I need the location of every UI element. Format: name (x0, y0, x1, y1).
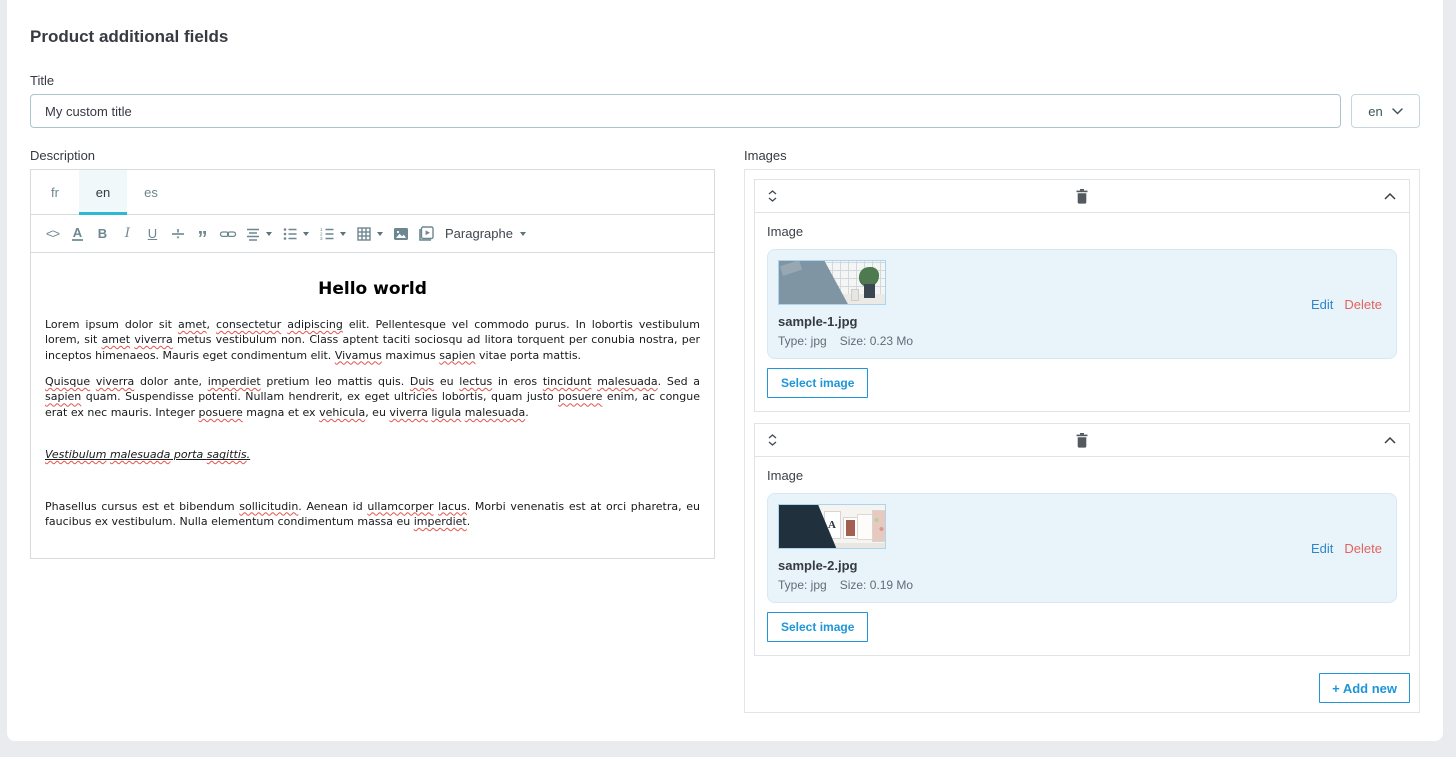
image-card-body: Image A sam (755, 457, 1409, 655)
dropdown-caret-icon[interactable] (340, 232, 346, 236)
image-card: Image A sample-1.jpg (754, 179, 1410, 412)
tab-fr[interactable]: fr (31, 170, 79, 214)
image-card-header (755, 424, 1409, 457)
delete-link[interactable]: Delete (1344, 297, 1382, 312)
editor-heading: Hello world (45, 278, 700, 302)
image-icon[interactable] (388, 221, 413, 247)
images-container: Image A sample-1.jpg (744, 169, 1420, 713)
title-label: Title (30, 73, 1420, 88)
move-vertical-icon[interactable] (768, 190, 777, 202)
image-card-header (755, 180, 1409, 213)
media-file-info: A sample-2.jpg Type: jpg Size: 0.19 Mo (778, 504, 913, 592)
media-file-info: A sample-1.jpg Type: jpg Size: 0.23 Mo (778, 260, 913, 348)
thumbnail-sample-2: A (778, 504, 886, 549)
editor-paragraph: Lorem ipsum dolor sit amet, consectetur … (45, 317, 700, 363)
language-selector[interactable]: en (1351, 94, 1420, 128)
font-color-icon[interactable]: A (65, 221, 90, 247)
images-field-group: Images (744, 148, 1420, 713)
edit-link[interactable]: Edit (1311, 297, 1333, 312)
image-card-body: Image A sample-1.jpg (755, 213, 1409, 411)
page-background: Product additional fields Title en D (0, 0, 1456, 757)
chevron-up-icon[interactable] (1384, 437, 1396, 444)
align-icon[interactable] (240, 221, 265, 247)
format-select-value: Paragraphe (445, 226, 513, 241)
editor-toolbar: <>ABIU ” 123 (40, 221, 438, 247)
media-file-panel: A sample-2.jpg Type: jpg Size: 0.19 Mo (767, 493, 1397, 603)
language-value: en (1368, 104, 1382, 119)
media-filename: sample-2.jpg (778, 558, 913, 573)
editor-paragraph: Quisque viverra dolor ante, imperdiet pr… (45, 374, 700, 420)
svg-text:3: 3 (320, 236, 323, 241)
page-title: Product additional fields (30, 27, 1420, 47)
description-label: Description (30, 148, 715, 163)
bold-icon[interactable]: B (90, 221, 115, 247)
media-icon[interactable] (413, 221, 438, 247)
editor-underlined-line: Vestibulum malesuada porta sagittis. (45, 447, 700, 462)
media-file-panel: A sample-1.jpg Type: jpg Size: 0.23 Mo (767, 249, 1397, 359)
image-item-label: Image (767, 224, 1397, 239)
edit-link[interactable]: Edit (1311, 541, 1333, 556)
italic-icon[interactable]: I (115, 221, 140, 247)
editor-toolbar-row: <>ABIU ” 123 Paragraphe (31, 215, 714, 253)
thumbnail-sample-1: A (778, 260, 886, 305)
description-field-group: Description frenes <>ABIU ” 123 Paragraphe… (30, 148, 715, 559)
content-panel: Product additional fields Title en D (7, 0, 1443, 741)
trash-icon[interactable] (1076, 189, 1089, 204)
rich-text-editor: frenes <>ABIU ” 123 Paragraphe Hello world… (30, 169, 715, 559)
media-filename: sample-1.jpg (778, 314, 913, 329)
media-size: Size: 0.23 Mo (840, 334, 913, 348)
numbered-list-icon[interactable]: 123 (314, 221, 339, 247)
images-label: Images (744, 148, 1420, 163)
media-type: Type: jpg (778, 334, 827, 348)
tab-es[interactable]: es (127, 170, 175, 214)
language-tabs: frenes (31, 170, 714, 215)
source-code-icon[interactable]: <> (40, 221, 65, 247)
format-select[interactable]: Paragraphe (445, 226, 526, 241)
link-icon[interactable] (215, 221, 240, 247)
image-item-label: Image (767, 468, 1397, 483)
chevron-down-icon (1392, 108, 1403, 115)
dropdown-caret-icon (520, 232, 526, 236)
dropdown-caret-icon[interactable] (377, 232, 383, 236)
media-size: Size: 0.19 Mo (840, 578, 913, 592)
strikethrough-icon[interactable] (165, 221, 190, 247)
bullet-list-icon[interactable] (277, 221, 302, 247)
tab-en[interactable]: en (79, 170, 127, 214)
add-new-button[interactable]: + Add new (1319, 673, 1410, 703)
delete-link[interactable]: Delete (1344, 541, 1382, 556)
table-icon[interactable] (351, 221, 376, 247)
title-input[interactable] (30, 94, 1341, 128)
dropdown-caret-icon[interactable] (303, 232, 309, 236)
chevron-up-icon[interactable] (1384, 193, 1396, 200)
blockquote-icon[interactable]: ” (190, 221, 215, 247)
editor-content[interactable]: Hello world Lorem ipsum dolor sit amet, … (31, 253, 714, 558)
trash-icon[interactable] (1076, 433, 1089, 448)
select-image-button[interactable]: Select image (767, 612, 868, 642)
select-image-button[interactable]: Select image (767, 368, 868, 398)
dropdown-caret-icon[interactable] (266, 232, 272, 236)
title-field-group: Title en (30, 73, 1420, 128)
image-card: Image A sam (754, 423, 1410, 656)
media-type: Type: jpg (778, 578, 827, 592)
editor-paragraph: Phasellus cursus est et bibendum sollici… (45, 499, 700, 530)
move-vertical-icon[interactable] (768, 434, 777, 446)
underline-icon[interactable]: U (140, 221, 165, 247)
